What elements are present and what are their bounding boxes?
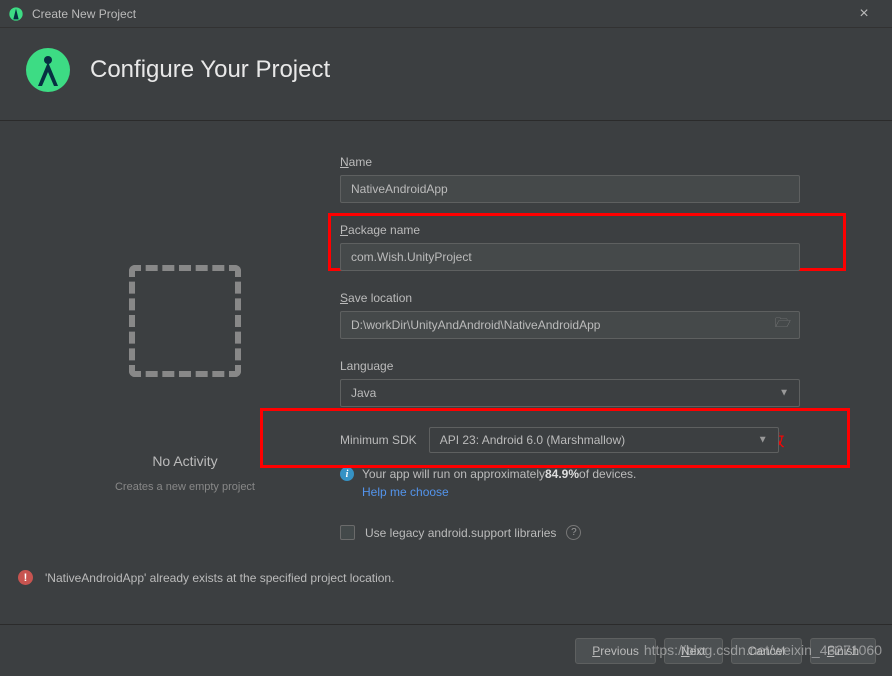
wizard-header: Configure Your Project bbox=[0, 28, 892, 121]
chevron-down-icon: ▼ bbox=[758, 435, 768, 446]
template-preview-placeholder bbox=[129, 265, 241, 377]
name-input[interactable]: NativeAndroidApp bbox=[340, 175, 800, 203]
error-message-text: 'NativeAndroidApp' already exists at the… bbox=[45, 571, 394, 585]
help-me-choose-link[interactable]: Help me choose bbox=[362, 485, 862, 499]
min-sdk-select[interactable]: API 23: Android 6.0 (Marshmallow) ▼ bbox=[429, 427, 779, 453]
info-percent: 84.9% bbox=[545, 467, 579, 481]
legacy-libs-label: Use legacy android.support libraries bbox=[365, 526, 556, 540]
help-icon[interactable]: ? bbox=[566, 525, 581, 540]
info-prefix: Your app will run on approximately bbox=[362, 467, 545, 481]
watermark-text: https://blog.csdn.net/weixin_43271060 bbox=[644, 642, 882, 658]
template-description: Creates a new empty project bbox=[115, 481, 255, 493]
window-title: Create New Project bbox=[32, 7, 136, 21]
titlebar: Create New Project × bbox=[0, 0, 892, 28]
save-location-field: Save location D:\workDir\UnityAndAndroid… bbox=[340, 291, 862, 339]
error-message-row: ! 'NativeAndroidApp' already exists at t… bbox=[18, 570, 394, 585]
language-label: Language bbox=[340, 359, 862, 373]
content-area: No Activity Creates a new empty project … bbox=[0, 121, 892, 540]
name-field: Name NativeAndroidApp bbox=[340, 155, 862, 203]
save-location-input[interactable]: D:\workDir\UnityAndAndroid\NativeAndroid… bbox=[340, 311, 800, 339]
page-title: Configure Your Project bbox=[90, 56, 330, 84]
info-icon: i bbox=[340, 467, 354, 481]
info-suffix: of devices. bbox=[579, 467, 636, 481]
legacy-libs-checkbox[interactable] bbox=[340, 525, 355, 540]
android-logo-icon bbox=[24, 46, 72, 94]
chevron-down-icon: ▼ bbox=[779, 388, 789, 399]
package-name-field: Package name com.Wish.UnityProject bbox=[340, 223, 862, 271]
template-preview-panel: No Activity Creates a new empty project bbox=[30, 155, 340, 540]
template-name: No Activity bbox=[152, 453, 217, 469]
close-icon[interactable]: × bbox=[844, 0, 884, 28]
save-location-label: Save location bbox=[340, 291, 862, 305]
min-sdk-label: Minimum SDK bbox=[340, 433, 417, 447]
min-sdk-row: Minimum SDK API 23: Android 6.0 (Marshma… bbox=[340, 427, 862, 453]
legacy-libs-row: Use legacy android.support libraries ? bbox=[340, 525, 862, 540]
package-name-label: Package name bbox=[340, 223, 862, 237]
browse-folder-icon[interactable]: 🗁 bbox=[775, 314, 791, 336]
package-name-input[interactable]: com.Wish.UnityProject bbox=[340, 243, 800, 271]
form-panel: 与Unity中保持一致 与Unity中保持一致 Name NativeAndro… bbox=[340, 155, 862, 540]
name-label: Name bbox=[340, 155, 862, 169]
language-select[interactable]: Java ▼ bbox=[340, 379, 800, 407]
language-field: Language Java ▼ bbox=[340, 359, 862, 407]
sdk-coverage-info: i Your app will run on approximately 84.… bbox=[340, 467, 862, 481]
android-studio-icon bbox=[8, 6, 24, 22]
error-icon: ! bbox=[18, 570, 33, 585]
